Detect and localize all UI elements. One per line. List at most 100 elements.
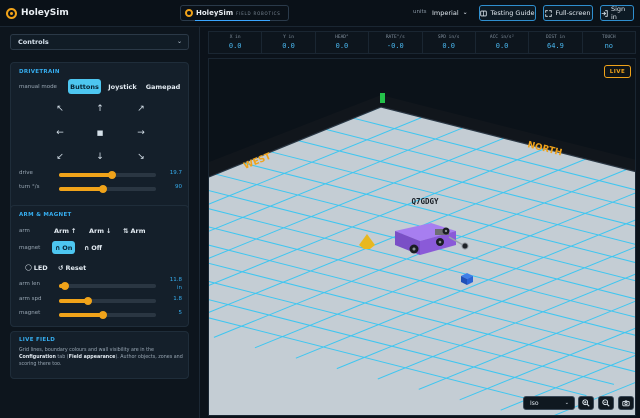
arm-toggle-button[interactable]: ⇅ Arm [123,224,145,237]
slider-fill [59,173,113,177]
hud-label: Y in [283,35,294,40]
arm-up-label: Arm [54,226,70,235]
drive-slider[interactable] [59,171,156,179]
logo-underline [195,20,270,21]
fullscreen-button[interactable]: Full-screen [543,5,593,21]
arrow-right-icon[interactable]: → [135,127,147,139]
magnet-strength-slider[interactable] [59,311,156,319]
chevron-down-icon: ⌄ [462,9,468,16]
units-select[interactable]: Imperial ⌄ [432,6,472,19]
hud-label: X in [229,35,241,40]
testing-guide-label: Testing Guide [490,9,535,17]
hud-cell: SPD in/s 0.0 [423,32,476,53]
mode-gamepad[interactable]: Gamepad [145,79,181,94]
arrow-down-left-icon[interactable]: ↙ [54,151,66,163]
slider-fill [59,187,103,191]
mode-joystick[interactable]: Joystick [106,79,139,94]
mode-buttons[interactable]: Buttons [68,79,101,94]
arrow-up-right-icon[interactable]: ↗ [135,103,147,115]
arm-len-slider[interactable] [59,282,156,290]
hud-label: SPD in/s [437,35,460,40]
hud-cell: X in 0.0 [209,32,263,53]
slider-thumb[interactable] [108,171,117,179]
robot-magnet [461,242,469,250]
hud-cell: RATE°/s -0.0 [369,32,423,53]
hud-label: TOUCH [602,35,616,40]
center-logo: HoleySim FIELD ROBOTICS [180,5,289,21]
arm-down-button[interactable]: Arm ↓ [89,224,111,237]
arm-spd-slider[interactable] [59,297,156,305]
sign-in-button[interactable]: Sign in [600,5,634,21]
reset-button[interactable]: ↺ Reset [58,261,86,274]
arm-up-button[interactable]: Arm ↑ [54,224,76,237]
units-value: Imperial [432,8,459,17]
hud-cell: Y in 0.0 [262,32,316,53]
field-scene[interactable]: WEST NORTH Q7GDGY [209,59,636,416]
arrow-down-icon: ↓ [106,226,112,235]
hud-cell: DIST in 64.9 [529,32,583,53]
slider-fill [59,313,103,317]
arm-down-label: Arm [89,226,105,235]
magnet-on-button[interactable]: ∩ On [52,241,75,254]
drivetrain-card: DRIVETRAIN manual mode Buttons Joystick … [10,62,189,224]
hud-cell: ACC in/s² 0.0 [476,32,530,53]
arrow-left-icon[interactable]: ← [54,127,66,139]
arm-toggle-label: Arm [130,226,146,235]
turn-label: turn °/s [19,184,40,190]
arm-len-unit: in [176,285,182,291]
arrow-up-left-icon[interactable]: ↖ [54,103,66,115]
hud-value: 64.9 [547,42,564,50]
arrow-up-icon[interactable]: ↑ [94,103,106,115]
arm-len-value: 11.8 [169,277,182,283]
magnet-icon: ∩ [84,243,90,252]
logo-icon [185,9,193,17]
screenshot-button[interactable] [618,396,634,410]
hud-label: DIST in [545,35,565,40]
camera-icon [622,400,630,407]
panel-select-value: Controls [18,38,49,46]
slider-thumb[interactable] [98,185,107,193]
turn-slider[interactable] [59,185,156,193]
robot-wheel-hub [444,229,448,233]
live-field-text: Grid lines, boundary colours and wall vi… [19,348,183,367]
sidebar: Controls ⌄ DRIVETRAIN manual mode Button… [0,27,200,418]
hud-value: 0.0 [495,42,509,50]
live-badge: LIVE [604,65,631,78]
view-select-value: Iso [530,399,539,407]
magnet-off-label: Off [91,243,103,252]
arm-spd-label: arm spd [19,296,42,302]
magnet-off-button[interactable]: ∩ Off [84,241,102,254]
arm-label: arm [19,228,30,234]
chevron-down-icon: ⌄ [176,38,182,45]
hud-value: 0.0 [335,42,349,50]
field-viewport[interactable]: WEST NORTH Q7GDGY [208,58,636,416]
arm-magnet-card: ARM & MAGNET arm Arm ↑ Arm ↓ ⇅ Arm magne… [10,205,189,327]
drivetrain-title: DRIVETRAIN [19,69,60,75]
led-button[interactable]: ◯ LED [25,261,48,274]
hud-value: 0.0 [228,42,242,50]
reset-icon: ↺ [58,263,64,272]
slider-thumb[interactable] [98,311,107,319]
arm-len-label: arm len [19,281,41,287]
magnet-strength-value: 5 [178,310,183,316]
brand-name: HoleySim [21,8,69,18]
led-label: LED [33,263,48,272]
chevron-down-icon: ⌄ [564,400,569,406]
arrow-down-icon[interactable]: ↓ [94,151,106,163]
view-select[interactable]: Iso ⌄ [523,396,575,410]
brand[interactable]: HoleySim [6,5,69,21]
panel-select[interactable]: Controls ⌄ [10,34,189,50]
robot-wheel-hub [438,240,442,244]
zoom-out-icon [602,399,610,407]
arrow-down-right-icon[interactable]: ↘ [135,151,147,163]
zoom-out-button[interactable] [598,396,614,410]
arm-magnet-title: ARM & MAGNET [19,212,72,218]
testing-guide-button[interactable]: Testing Guide [479,5,536,21]
stop-icon[interactable]: ■ [94,127,106,139]
magnet-label: magnet [19,245,41,251]
slider-thumb[interactable] [84,297,93,305]
zoom-in-button[interactable] [578,396,594,410]
top-bar: HoleySim HoleySim FIELD ROBOTICS units I… [0,0,640,27]
arm-spd-value: 1.8 [173,296,182,302]
slider-thumb[interactable] [60,282,69,290]
